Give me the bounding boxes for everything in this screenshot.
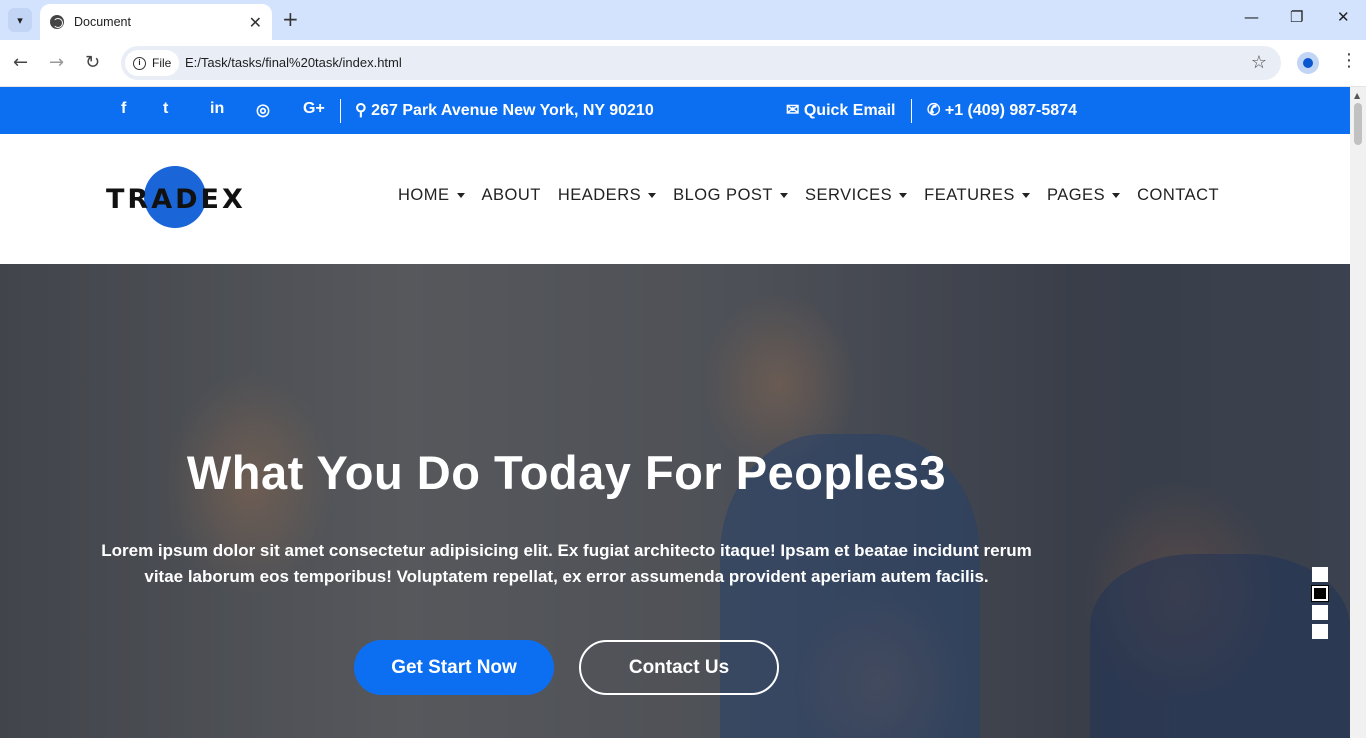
menu-kebab-icon[interactable]: ⋮ — [1340, 50, 1358, 71]
globe-icon — [50, 15, 64, 29]
browser-tab-bar: ▾ Document ✕ + — ❐ ✕ — [0, 0, 1366, 40]
hero-text: Lorem ipsum dolor sit amet consectetur a… — [101, 541, 1032, 586]
site-header: TRADEX HOME ABOUT HEADERS BLOG POST SERV… — [0, 134, 1350, 264]
caret-down-icon — [1021, 193, 1030, 199]
tab-title: Document — [74, 15, 131, 29]
email-link[interactable]: ✉ Quick Email — [786, 100, 895, 120]
slider-dot[interactable] — [1312, 567, 1328, 582]
phone-link[interactable]: ✆ +1 (409) 987-5874 — [927, 100, 1077, 120]
envelope-icon: ✉ — [786, 102, 804, 119]
slider-dot[interactable] — [1312, 605, 1328, 620]
nav-item-about[interactable]: ABOUT — [482, 186, 541, 205]
nav-item-blog-post[interactable]: BLOG POST — [673, 186, 788, 205]
browser-tab[interactable]: Document ✕ — [40, 4, 272, 40]
nav-item-home[interactable]: HOME — [398, 186, 465, 205]
scroll-up-icon[interactable]: ▲ — [1354, 91, 1360, 100]
divider — [340, 99, 341, 123]
nav-item-contact[interactable]: CONTACT — [1137, 186, 1219, 205]
site-logo[interactable]: TRADEX — [106, 166, 243, 232]
address-text: ⚲ 267 Park Avenue New York, NY 90210 — [355, 100, 654, 120]
slider-dots — [1311, 567, 1329, 643]
linkedin-icon[interactable]: in — [210, 100, 224, 118]
address-label: 267 Park Avenue New York, NY 90210 — [371, 102, 654, 119]
forward-button[interactable]: → — [49, 52, 64, 73]
phone-icon: ✆ — [927, 102, 945, 119]
caret-down-icon — [1112, 193, 1121, 199]
reload-button[interactable]: ↻ — [85, 52, 100, 73]
minimize-button[interactable]: — — [1244, 8, 1259, 26]
facebook-icon[interactable]: f — [121, 100, 126, 118]
hero-title: What You Do Today For Peoples3 — [186, 446, 947, 499]
scrollbar-thumb[interactable] — [1354, 103, 1362, 145]
slider-dot-active[interactable] — [1311, 585, 1329, 602]
get-start-button[interactable]: Get Start Now — [354, 640, 554, 695]
url-text[interactable]: E:/Task/tasks/final%20task/index.html — [185, 55, 402, 70]
profile-avatar[interactable] — [1297, 52, 1319, 74]
address-bar[interactable]: i File E:/Task/tasks/final%20task/index.… — [121, 46, 1281, 80]
caret-down-icon — [456, 193, 465, 199]
back-button[interactable]: ← — [13, 52, 28, 73]
site-info-label: File — [152, 56, 172, 70]
caret-down-icon — [779, 193, 788, 199]
caret-down-icon — [899, 193, 908, 199]
nav-item-headers[interactable]: HEADERS — [558, 186, 657, 205]
nav-item-features[interactable]: FEATURES — [924, 186, 1030, 205]
phone-label: +1 (409) 987-5874 — [944, 102, 1077, 119]
instagram-icon[interactable]: ◎ — [256, 100, 270, 120]
caret-down-icon — [648, 193, 657, 199]
restore-button[interactable]: ❐ — [1290, 8, 1303, 26]
person-icon — [1303, 58, 1313, 68]
map-pin-icon: ⚲ — [355, 102, 372, 119]
site-info-chip[interactable]: i File — [125, 50, 180, 76]
logo-text: TRADEX — [106, 184, 246, 215]
close-tab-icon[interactable]: ✕ — [249, 13, 262, 32]
main-nav: HOME ABOUT HEADERS BLOG POST SERVICES FE… — [398, 186, 1236, 205]
close-window-button[interactable]: ✕ — [1337, 8, 1350, 26]
info-icon: i — [133, 56, 146, 70]
divider — [911, 99, 912, 123]
nav-item-services[interactable]: SERVICES — [805, 186, 908, 205]
google-plus-icon[interactable]: G+ — [303, 100, 325, 118]
hero-slider: What You Do Today For Peoples3 Lorem ips… — [0, 264, 1350, 738]
tab-search-button[interactable]: ▾ — [8, 8, 32, 32]
browser-toolbar: ← → ↻ i File E:/Task/tasks/final%20task/… — [0, 40, 1366, 87]
page-viewport: f t in ◎ G+ ⚲ 267 Park Avenue New York, … — [0, 87, 1350, 738]
new-tab-button[interactable]: + — [282, 7, 299, 31]
contact-us-button[interactable]: Contact Us — [579, 640, 779, 695]
top-info-bar: f t in ◎ G+ ⚲ 267 Park Avenue New York, … — [0, 87, 1350, 134]
email-label: Quick Email — [803, 102, 896, 119]
nav-item-pages[interactable]: PAGES — [1047, 186, 1121, 205]
page-scrollbar[interactable]: ▲ — [1350, 87, 1366, 738]
twitter-icon[interactable]: t — [163, 100, 168, 118]
bookmark-star-icon[interactable]: ☆ — [1251, 52, 1267, 73]
slider-dot[interactable] — [1312, 624, 1328, 639]
